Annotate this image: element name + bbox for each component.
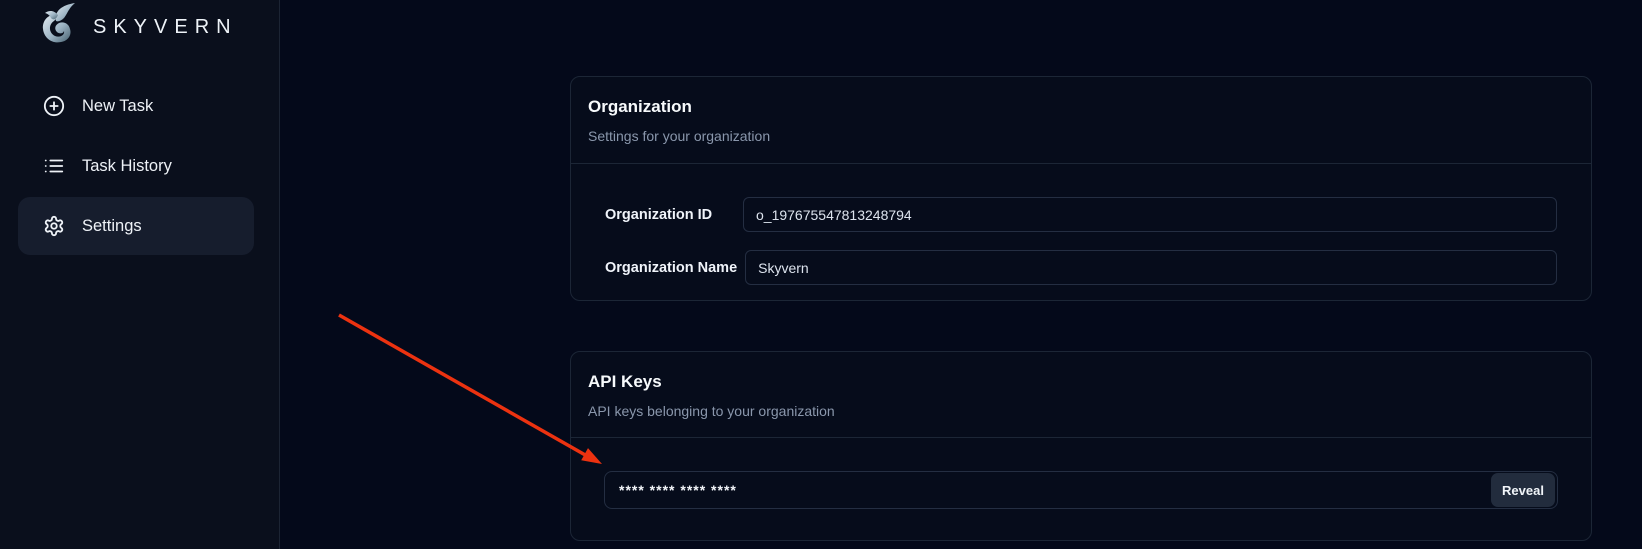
organization-name-label: Organization Name bbox=[605, 260, 737, 276]
api-keys-card: API Keys API keys belonging to your orga… bbox=[570, 351, 1592, 541]
skyvern-dragon-logo-icon bbox=[33, 1, 83, 54]
sidebar-item-label: New Task bbox=[82, 97, 153, 116]
organization-id-input[interactable] bbox=[743, 197, 1557, 232]
api-keys-card-title: API Keys bbox=[588, 372, 1574, 392]
organization-card-header: Organization Settings for your organizat… bbox=[571, 77, 1591, 164]
sidebar-item-new-task[interactable]: New Task bbox=[18, 77, 254, 135]
api-keys-card-content: **** **** **** **** Reveal bbox=[571, 438, 1591, 509]
organization-card: Organization Settings for your organizat… bbox=[570, 76, 1592, 301]
api-key-masked-value: **** **** **** **** bbox=[619, 482, 737, 498]
organization-id-row: Organization ID bbox=[605, 197, 1557, 232]
api-keys-card-subtitle: API keys belonging to your organization bbox=[588, 402, 1574, 420]
list-icon bbox=[43, 155, 65, 177]
api-keys-card-header: API Keys API keys belonging to your orga… bbox=[571, 352, 1591, 438]
organization-card-content: Organization ID Organization Name bbox=[571, 164, 1591, 285]
sidebar: SKYVERN New Task Task History Settings bbox=[0, 0, 280, 549]
sidebar-item-label: Settings bbox=[82, 217, 142, 236]
sidebar-item-task-history[interactable]: Task History bbox=[18, 137, 254, 195]
organization-name-row: Organization Name bbox=[605, 250, 1557, 285]
brand: SKYVERN bbox=[33, 2, 238, 52]
gear-icon bbox=[43, 215, 65, 237]
sidebar-nav: New Task Task History Settings bbox=[18, 77, 254, 257]
sidebar-item-label: Task History bbox=[82, 157, 172, 176]
organization-card-subtitle: Settings for your organization bbox=[588, 127, 1574, 145]
api-key-field[interactable]: **** **** **** **** Reveal bbox=[604, 471, 1558, 509]
brand-name: SKYVERN bbox=[91, 16, 238, 39]
reveal-button[interactable]: Reveal bbox=[1491, 473, 1555, 507]
sidebar-item-settings[interactable]: Settings bbox=[18, 197, 254, 255]
circle-plus-icon bbox=[43, 95, 65, 117]
organization-id-label: Organization ID bbox=[605, 207, 735, 223]
organization-card-title: Organization bbox=[588, 97, 1574, 117]
skyvern-settings-page: SKYVERN New Task Task History Settings bbox=[0, 0, 1642, 549]
organization-name-input[interactable] bbox=[745, 250, 1557, 285]
